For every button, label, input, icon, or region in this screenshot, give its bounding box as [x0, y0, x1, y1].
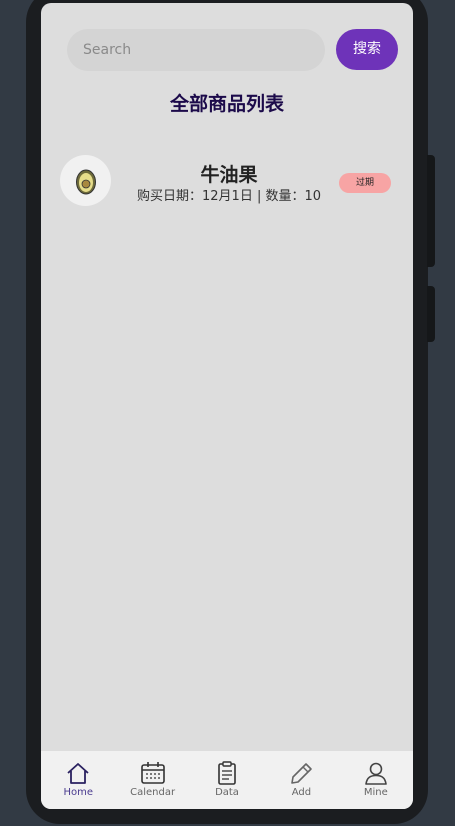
app-screen: Search 搜索 全部商品列表 牛油果 购买日期：12月1日 | 数量：10 …	[41, 3, 413, 809]
status-badge: 过期	[339, 173, 391, 193]
phone-power-button	[427, 286, 435, 342]
tab-label-mine: Mine	[363, 787, 388, 798]
clipboard-icon	[218, 761, 236, 785]
tab-home[interactable]: Home	[41, 751, 115, 809]
user-icon	[365, 762, 387, 785]
home-icon	[67, 763, 89, 784]
tab-mine[interactable]: Mine	[339, 751, 413, 809]
page-title: 全部商品列表	[169, 93, 284, 115]
phone-volume-button	[427, 155, 435, 267]
list-item[interactable]: 牛油果 购买日期：12月1日 | 数量：10 过期	[59, 153, 393, 209]
calendar-icon	[140, 762, 165, 784]
search-input[interactable]: Search	[67, 29, 325, 71]
tab-add[interactable]: Add	[264, 751, 338, 809]
avocado-icon	[60, 155, 111, 206]
item-name: 牛油果	[200, 164, 258, 186]
tab-label-home: Home	[63, 787, 93, 798]
item-meta: 购买日期：12月1日 | 数量：10	[137, 189, 321, 204]
pencil-icon	[291, 763, 313, 784]
search-button[interactable]: 搜索	[336, 29, 398, 70]
tab-label-add: Add	[291, 787, 312, 798]
bottom-tab-bar: Home Calendar Data Add Mine	[41, 751, 413, 809]
tab-calendar[interactable]: Calendar	[115, 751, 189, 809]
tab-label-data: Data	[215, 787, 239, 798]
tab-label-calendar: Calendar	[130, 787, 176, 798]
tab-data[interactable]: Data	[190, 751, 264, 809]
